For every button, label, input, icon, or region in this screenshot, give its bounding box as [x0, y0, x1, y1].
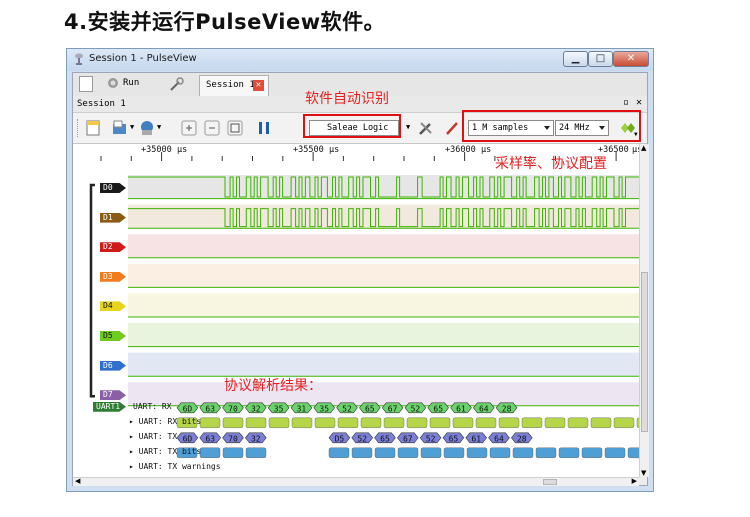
horizontal-scrollbar[interactable]: ◀ ▶: [73, 477, 639, 486]
decoder-row-label: ▸ UART: TX warnings: [129, 461, 221, 471]
zoom-in-icon[interactable]: [181, 120, 197, 136]
scroll-right-icon[interactable]: ▶: [632, 477, 637, 485]
channel-label-d5[interactable]: D5: [100, 331, 126, 341]
tab-close-icon[interactable]: ✕: [253, 80, 264, 91]
configure-device-icon[interactable]: [418, 120, 434, 136]
channel-label-d3[interactable]: D3: [100, 271, 126, 282]
channel-label-d6[interactable]: D6: [100, 360, 126, 371]
scroll-left-icon[interactable]: ◀: [75, 477, 80, 485]
decoder-row-label: ▸ UART: RX bits: [129, 416, 202, 426]
device-highlight-box: [303, 114, 401, 138]
probe-icon[interactable]: [445, 120, 461, 136]
channel-labels: D0 D1 D2 D3 D4 D5 D6 D7 UART1 UART: RX ▸ UART: RX …: [73, 161, 639, 477]
channel-label-d1[interactable]: D1: [100, 212, 126, 223]
channel-label-d2[interactable]: D2: [100, 242, 126, 253]
title-bar: Session 1 - PulseView ▁ □ ✕: [67, 49, 653, 71]
vertical-scrollbar[interactable]: ▲ ▼: [639, 144, 649, 477]
run-icon: [108, 78, 118, 88]
horizontal-scroll-thumb[interactable]: [543, 479, 557, 485]
save-file-icon[interactable]: [139, 120, 155, 136]
window-title: Session 1 - PulseView: [89, 53, 197, 64]
maximize-button[interactable]: □: [588, 51, 613, 67]
channel-label-d0[interactable]: D0: [100, 183, 126, 193]
zoom-fit-icon[interactable]: [227, 120, 243, 136]
settings-tools-icon[interactable]: [169, 76, 185, 92]
channel-label-d7[interactable]: D7: [100, 390, 126, 401]
float-icon[interactable]: ▫: [623, 97, 629, 108]
annotation-sample-config: 采样率、协议配置: [495, 156, 607, 172]
new-file-icon[interactable]: [85, 120, 101, 136]
close-session-icon[interactable]: ✕: [636, 97, 642, 108]
session-label: Session 1: [77, 99, 126, 109]
config-highlight-box: [462, 110, 641, 142]
vertical-scroll-thumb[interactable]: [641, 272, 648, 432]
trace-view[interactable]: +35000 µs +35500 µs +36000 µs +36500 µs …: [73, 144, 639, 477]
new-session-icon[interactable]: [79, 76, 93, 92]
scroll-down-icon[interactable]: ▼: [641, 469, 646, 477]
tab-session-1[interactable]: Session 1 ✕: [199, 75, 269, 96]
run-button[interactable]: Run: [107, 76, 173, 92]
tab-session-label: Session 1: [206, 80, 255, 90]
scroll-up-icon[interactable]: ▲: [641, 144, 646, 152]
annotation-device-auto: 软件自动识别: [305, 91, 389, 107]
zoom-out-icon[interactable]: [204, 120, 220, 136]
decoder-row-label: ▸ UART: TX bits: [129, 446, 202, 456]
page-heading: 4.安装并运行PulseView软件。: [64, 10, 386, 34]
open-file-icon[interactable]: [112, 120, 128, 136]
annotation-decode-result: 协议解析结果：: [224, 378, 322, 394]
decoder-row-label: ▸ UART: TX: [129, 431, 178, 441]
cursor-icon[interactable]: [256, 120, 272, 136]
decoder-row-label: UART: RX: [133, 401, 172, 411]
minimize-button[interactable]: ▁: [563, 51, 588, 67]
close-button[interactable]: ✕: [613, 51, 649, 67]
save-dropdown-icon[interactable]: ▼: [157, 123, 161, 131]
run-label: Run: [123, 78, 140, 88]
decoder-badge-uart1[interactable]: UART1: [93, 401, 126, 412]
channel-label-d4[interactable]: D4: [100, 301, 126, 312]
pulseview-app-icon: [75, 53, 83, 65]
device-dropdown-icon[interactable]: ▼: [406, 123, 410, 131]
open-dropdown-icon[interactable]: ▼: [130, 123, 134, 131]
